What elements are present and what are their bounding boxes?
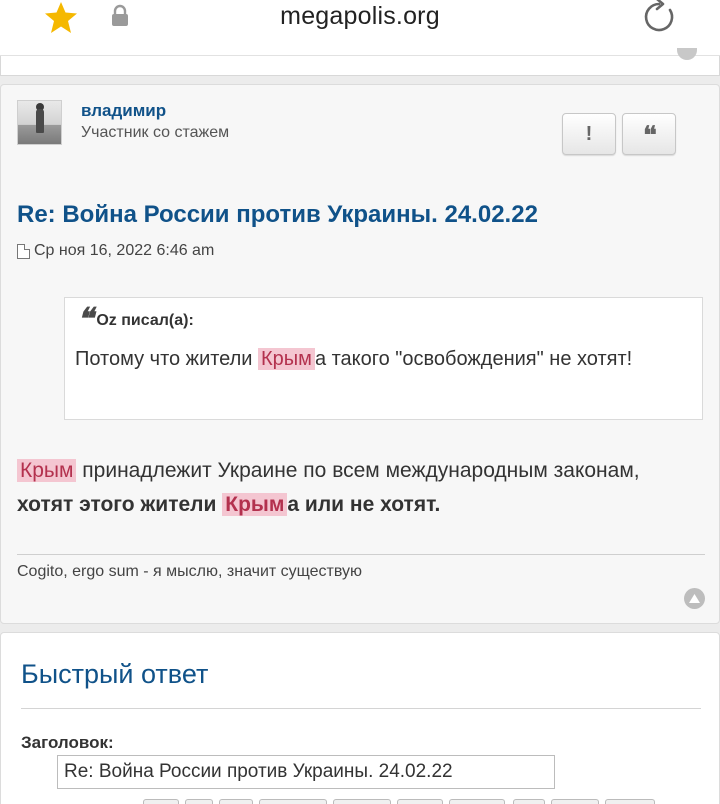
back-to-top-button[interactable] xyxy=(684,588,705,609)
quote-text: Потому что жители Крым а такого "освобожд… xyxy=(75,348,633,370)
report-button[interactable]: ! xyxy=(562,113,616,155)
url-text[interactable]: megapolis.org xyxy=(0,2,720,31)
browser-address-bar: megapolis.org xyxy=(0,0,720,56)
signature-divider xyxy=(17,554,705,555)
quote-block: ❛❛ Oz писал(а): Потому что жители Крым а … xyxy=(64,297,703,420)
report-icon: ! xyxy=(585,122,593,145)
subject-input[interactable] xyxy=(57,755,555,789)
subject-label: Заголовок: xyxy=(21,733,114,752)
editor-button[interactable] xyxy=(219,799,253,804)
highlight: Крым xyxy=(17,459,77,482)
editor-button[interactable] xyxy=(513,799,545,804)
editor-button[interactable] xyxy=(605,799,655,804)
quick-reply-title: Быстрый ответ xyxy=(21,659,209,689)
editor-button[interactable] xyxy=(397,799,443,804)
divider xyxy=(21,708,701,709)
highlight: Крым xyxy=(222,493,288,516)
quick-reply-panel: Быстрый ответ Заголовок: xyxy=(0,632,720,804)
post-body: Крым принадлежит Украине по всем междуна… xyxy=(17,459,640,516)
post-link-icon[interactable] xyxy=(17,243,30,259)
editor-button[interactable] xyxy=(449,799,505,804)
quote-mark-icon: ❛❛ xyxy=(77,302,93,337)
highlight: Крым xyxy=(258,348,315,370)
reload-icon[interactable] xyxy=(640,0,678,36)
editor-button[interactable] xyxy=(333,799,391,804)
editor-button[interactable] xyxy=(259,799,327,804)
post-author[interactable]: владимир xyxy=(81,101,166,121)
quote-header: ❛❛ Oz писал(а): xyxy=(77,302,194,337)
author-rank: Участник со стажем xyxy=(81,124,230,141)
post-title[interactable]: Re: Война России против Украины. 24.02.2… xyxy=(17,201,538,229)
editor-button[interactable] xyxy=(143,799,179,804)
forum-post: владимир Участник со стажем ! ❛❛ Re: Вой… xyxy=(0,84,720,624)
editor-button[interactable] xyxy=(185,799,213,804)
chevron-up-icon xyxy=(689,594,700,603)
previous-post-tail xyxy=(0,48,720,76)
quote-button[interactable]: ❛❛ xyxy=(622,113,676,155)
back-to-top-icon[interactable] xyxy=(677,48,697,60)
post-date-text: Ср ноя 16, 2022 6:46 am xyxy=(34,242,215,259)
signature: Cogito, ergo sum - я мыслю, значит сущес… xyxy=(17,563,363,580)
quote-icon: ❛❛ xyxy=(643,119,657,149)
avatar[interactable] xyxy=(17,100,62,145)
quote-author: Oz писал(а): xyxy=(96,312,194,329)
editor-button[interactable] xyxy=(551,799,599,804)
post-date: Ср ноя 16, 2022 6:46 am xyxy=(17,242,214,260)
